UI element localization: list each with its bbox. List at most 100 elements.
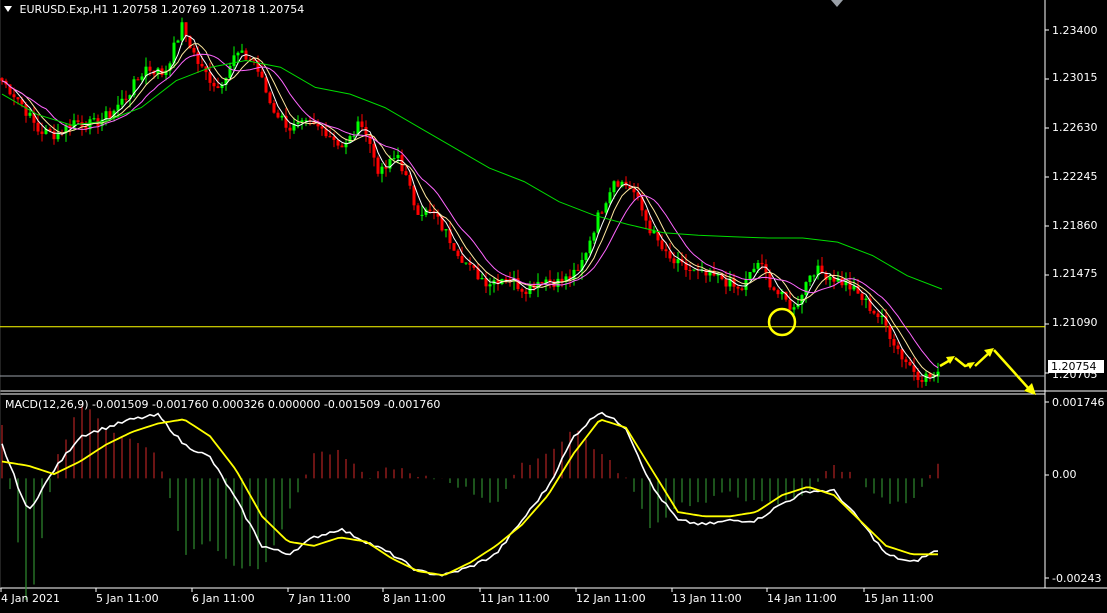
candle-body (232, 55, 236, 67)
candle-body (208, 72, 212, 83)
candle-body (864, 298, 868, 300)
candle-body (740, 288, 744, 290)
candle-body (480, 278, 484, 280)
candle-body (664, 249, 668, 252)
candle-body (632, 188, 636, 193)
candle-body (416, 205, 420, 215)
candle-body (808, 275, 812, 283)
macd-tick: 0.00 (1052, 468, 1077, 481)
candle-body (828, 277, 832, 280)
time-tick: 8 Jan 11:00 (383, 592, 446, 605)
macd-label: MACD(12,26,9) -0.001509 -0.001760 0.0003… (5, 398, 441, 411)
macd-main-line (1, 411, 939, 577)
candle-body (776, 290, 780, 295)
candle-body (792, 307, 796, 310)
forecast-arrow-down (993, 349, 1031, 391)
trading-chart-window[interactable]: EURUSD.Exp,H1 1.20758 1.20769 1.20718 1.… (0, 0, 1107, 609)
price-chart-canvas[interactable] (0, 0, 1107, 609)
candle-body (216, 86, 220, 89)
candle-body (756, 262, 760, 269)
candle-body (360, 121, 364, 128)
candle-body (280, 115, 284, 118)
candle-body (124, 98, 128, 100)
candle-body (372, 143, 376, 158)
time-tick: 7 Jan 11:00 (288, 592, 351, 605)
time-tick: 13 Jan 11:00 (672, 592, 742, 605)
candle-body (252, 59, 256, 61)
candle-body (176, 40, 180, 43)
candle-body (908, 362, 912, 366)
candle-body (180, 22, 184, 41)
candle-body (660, 240, 664, 250)
price-tick: 1.22630 (1052, 121, 1098, 134)
candle-body (444, 229, 448, 231)
highlight-circle-icon (767, 307, 797, 337)
candle-body (464, 262, 468, 264)
candle-body (724, 279, 728, 287)
candle-body (760, 262, 764, 265)
candle-body (268, 92, 272, 104)
candle-body (316, 123, 320, 127)
candle-body (320, 126, 324, 129)
candle-body (460, 256, 464, 263)
candle-body (212, 82, 216, 87)
price-tick: 1.21475 (1052, 267, 1098, 280)
candle-body (600, 212, 604, 214)
macd-tick: -0.00243 (1052, 572, 1102, 585)
candle-body (644, 210, 648, 221)
candle-body (524, 291, 528, 294)
candle-body (148, 66, 152, 71)
candle-body (120, 98, 124, 105)
candle-body (328, 136, 332, 138)
ma-purple-line (1, 53, 939, 369)
candle-body (804, 282, 808, 296)
scroll-marker-icon (831, 0, 843, 7)
price-tick: 1.23015 (1052, 71, 1098, 84)
candle-body (28, 112, 32, 116)
candle-body (272, 103, 276, 113)
candle-body (668, 251, 672, 259)
candle-body (200, 63, 204, 67)
candle-body (592, 232, 596, 241)
time-tick: 11 Jan 11:00 (480, 592, 550, 605)
candle-body (0, 78, 4, 81)
candle-body (488, 284, 492, 287)
candle-body (16, 97, 20, 100)
candle-body (788, 299, 792, 310)
candle-body (364, 127, 368, 135)
candle-body (588, 240, 592, 254)
candle-body (688, 269, 692, 271)
candle-body (748, 271, 752, 279)
candle-body (888, 325, 892, 339)
candle-body (584, 253, 588, 260)
symbol-header: EURUSD.Exp,H1 1.20758 1.20769 1.20718 1.… (4, 3, 304, 16)
candle-body (772, 287, 776, 291)
ma-mid-line (1, 43, 939, 377)
candle-body (56, 133, 60, 140)
candle-body (92, 118, 96, 120)
macd-tick: 0.001746 (1052, 396, 1105, 409)
candle-body (768, 272, 772, 288)
macd-signal-line (1, 418, 938, 576)
candle-body (920, 380, 924, 382)
candle-body (576, 269, 580, 271)
candle-body (540, 281, 544, 284)
candle-body (428, 209, 432, 212)
candle-body (184, 22, 188, 37)
current-price-tag: 1.20754 (1048, 360, 1104, 373)
candle-body (420, 214, 424, 216)
time-tick: 6 Jan 11:00 (192, 592, 255, 605)
candle-body (672, 258, 676, 264)
candle-body (288, 127, 292, 131)
candle-body (376, 157, 380, 174)
candle-body (676, 259, 680, 264)
candle-body (648, 220, 652, 234)
price-tick: 1.21860 (1052, 219, 1098, 232)
time-tick: 15 Jan 11:00 (864, 592, 934, 605)
dropdown-triangle-icon[interactable] (4, 6, 12, 12)
candle-body (236, 52, 240, 56)
candle-body (860, 293, 864, 300)
candle-body (24, 104, 28, 116)
candle-body (396, 155, 400, 159)
candle-body (456, 250, 460, 257)
